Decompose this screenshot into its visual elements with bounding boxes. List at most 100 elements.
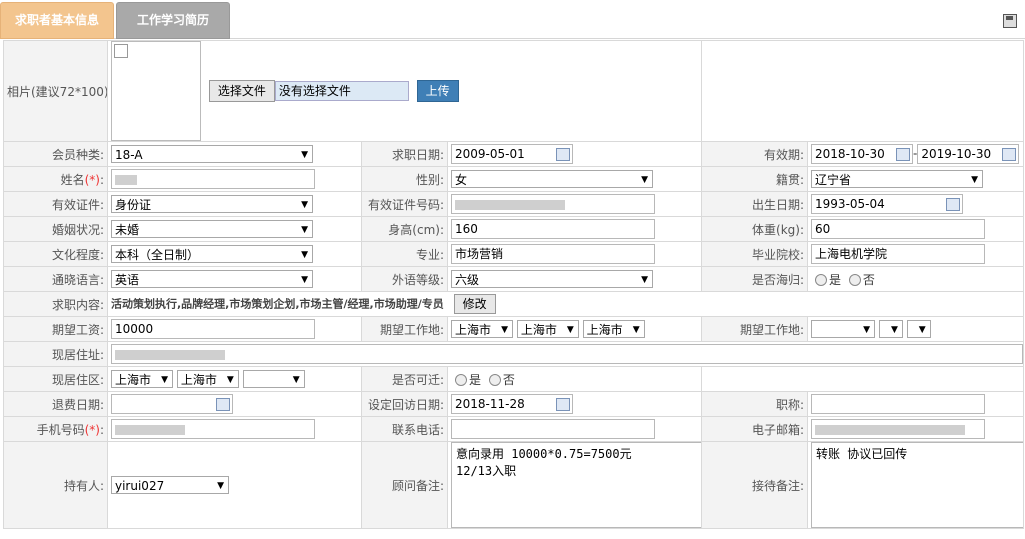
language-select[interactable]: 英语 ▼	[111, 270, 313, 288]
email-input[interactable]	[811, 419, 986, 439]
calendar-icon[interactable]	[946, 198, 961, 211]
relocate-yes-label: 是	[469, 372, 482, 387]
native-select[interactable]: 辽宁省 ▼	[811, 170, 984, 188]
relocate-no-radio[interactable]	[488, 374, 501, 386]
marital-select[interactable]: 未婚 ▼	[111, 220, 313, 238]
calendar-icon[interactable]	[216, 398, 230, 411]
redacted-text	[115, 349, 225, 360]
language-label: 通晓语言:	[3, 266, 108, 292]
save-icon[interactable]	[1003, 14, 1017, 28]
native-label: 籍贯:	[701, 166, 809, 192]
district-city-select[interactable]: 上海市 ▼	[176, 370, 239, 388]
job-date-input[interactable]: 2009-05-01	[451, 144, 573, 164]
education-select[interactable]: 本科（全日制） ▼	[111, 245, 313, 263]
chevron-down-icon: ▼	[971, 175, 979, 185]
height-label: 身高(cm):	[361, 216, 448, 242]
validity-start-input[interactable]: 2018-10-30	[811, 144, 914, 164]
upload-button[interactable]: 上传	[416, 80, 459, 102]
reception-note-label: 接待备注:	[701, 441, 809, 529]
birth-input[interactable]: 1993-05-04	[811, 194, 964, 214]
gender-select[interactable]: 女 ▼	[451, 170, 653, 188]
redacted-text	[815, 424, 966, 435]
calendar-icon[interactable]	[556, 398, 570, 411]
relocate-yes-radio[interactable]	[455, 374, 467, 386]
workplace1-label: 期望工作地:	[361, 316, 448, 342]
chevron-down-icon: ▼	[217, 481, 224, 491]
photo-image	[111, 41, 201, 141]
foreign-level-select[interactable]: 六级 ▼	[451, 270, 653, 288]
photo-label: 相片(建议72*100):	[3, 40, 108, 142]
phone-input[interactable]	[451, 419, 655, 439]
chevron-down-icon: ▼	[226, 375, 234, 385]
chevron-down-icon: ▼	[641, 275, 648, 285]
calendar-icon[interactable]	[1002, 148, 1017, 161]
workplace1-district-select[interactable]: 上海市 ▼	[582, 320, 645, 338]
workplace1-district-value: 上海市	[586, 323, 623, 337]
id-type-select[interactable]: 身份证 ▼	[111, 195, 313, 213]
gender-value: 女	[455, 173, 468, 187]
name-label-text: 姓名	[60, 172, 85, 187]
district-city-value: 上海市	[180, 373, 217, 387]
returnee-no-radio[interactable]	[848, 274, 861, 286]
name-required-mark: (*)	[84, 172, 100, 187]
tab-bar: 求职者基本信息 工作学习简历	[0, 0, 1025, 39]
district-area-select[interactable]: ▼	[242, 370, 305, 388]
workplace2-province-select[interactable]: ▼	[811, 320, 876, 338]
gender-label: 性别:	[361, 166, 448, 192]
workplace2-district-select[interactable]: ▼	[906, 320, 931, 338]
mobile-label: 手机号码(*):	[3, 416, 108, 442]
tab-work-history[interactable]: 工作学习简历	[116, 2, 230, 39]
member-type-select[interactable]: 18-A ▼	[111, 145, 313, 163]
foreign-level-label: 外语等级:	[361, 266, 448, 292]
refund-date-input[interactable]	[111, 394, 233, 414]
reception-note-textarea[interactable]: 转账 协议已回传	[811, 442, 1023, 528]
edit-job-content-button[interactable]: 修改	[453, 294, 496, 314]
returnee-yes-radio[interactable]	[815, 274, 828, 286]
member-type-label: 会员种类:	[3, 141, 108, 167]
school-input[interactable]: 上海电机学院	[811, 244, 986, 264]
title-input[interactable]	[811, 394, 986, 414]
validity-label: 有效期:	[701, 141, 809, 167]
refund-date-label: 退费日期:	[3, 391, 108, 417]
native-value: 辽宁省	[815, 173, 852, 187]
visit-date-value: 2018-11-28	[455, 397, 525, 411]
chevron-down-icon: ▼	[918, 325, 926, 335]
weight-input[interactable]: 60	[811, 219, 986, 239]
workplace1-city-select[interactable]: 上海市 ▼	[516, 320, 579, 338]
tab-basic-info[interactable]: 求职者基本信息	[0, 2, 114, 39]
validity-end-input[interactable]: 2019-10-30	[917, 144, 1020, 164]
job-content-label: 求职内容:	[3, 291, 108, 317]
id-number-input[interactable]	[451, 194, 655, 214]
email-label: 电子邮箱:	[701, 416, 809, 442]
consultant-note-textarea[interactable]: 意向录用 10000*0.75=7500元 12/13入职	[451, 442, 701, 528]
district-province-select[interactable]: 上海市 ▼	[111, 370, 173, 388]
mobile-input[interactable]	[111, 419, 315, 439]
height-input[interactable]: 160	[451, 219, 655, 239]
language-value: 英语	[115, 273, 140, 287]
address-label: 现居住址:	[3, 341, 108, 367]
visit-date-input[interactable]: 2018-11-28	[451, 394, 573, 414]
holder-select[interactable]: yirui027 ▼	[111, 476, 229, 494]
chevron-down-icon: ▼	[301, 150, 308, 160]
foreign-level-value: 六级	[455, 273, 480, 287]
choose-file-button[interactable]: 选择文件	[208, 80, 275, 102]
district-province-value: 上海市	[115, 373, 152, 387]
marital-value: 未婚	[115, 223, 140, 237]
workplace2-city-select[interactable]: ▼	[878, 320, 903, 338]
chevron-down-icon: ▼	[161, 375, 168, 385]
address-input[interactable]	[111, 344, 1023, 364]
holder-label: 持有人:	[3, 441, 108, 529]
name-label: 姓名(*):	[3, 166, 108, 192]
salary-input[interactable]: 10000	[111, 319, 315, 339]
birth-value: 1993-05-04	[815, 197, 885, 211]
workplace1-province-select[interactable]: 上海市 ▼	[451, 320, 513, 338]
holder-value: yirui027	[115, 479, 165, 493]
workplace1-city-value: 上海市	[520, 323, 557, 337]
major-input[interactable]: 市场营销	[451, 244, 655, 264]
calendar-icon[interactable]	[556, 148, 570, 161]
name-input[interactable]	[111, 169, 315, 189]
mobile-label-text: 手机号码	[36, 422, 85, 437]
chevron-down-icon: ▼	[301, 250, 308, 260]
calendar-icon[interactable]	[896, 148, 911, 161]
photo-empty-cell	[701, 40, 1025, 142]
